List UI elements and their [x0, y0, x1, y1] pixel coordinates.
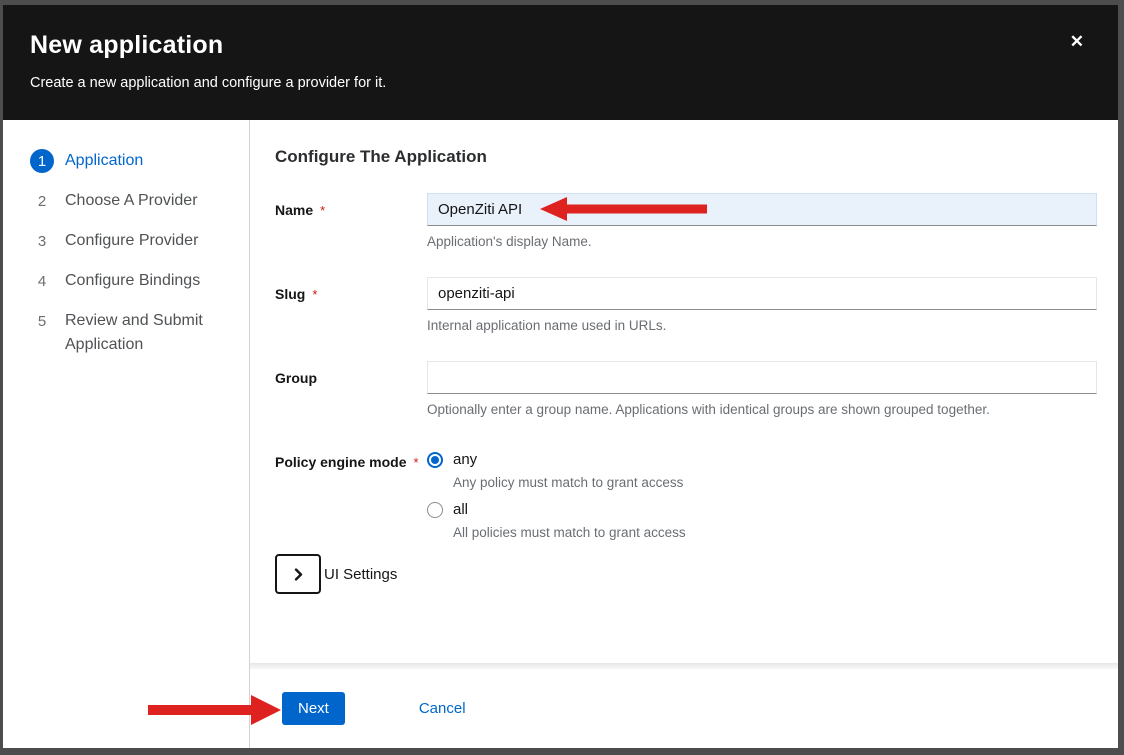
screenshot-root: { "modal": { "title": "New application",… [0, 0, 1124, 755]
slug-field-label: Slug * [275, 277, 427, 333]
policy-engine-mode-options: any Any policy must match to grant acces… [427, 445, 1097, 540]
policy-engine-mode-label: Policy engine mode * [275, 445, 427, 540]
radio-any-label[interactable]: any [453, 451, 477, 468]
ui-settings-expand-button[interactable] [275, 554, 321, 594]
slug-helper-text: Internal application name used in URLs. [427, 318, 1097, 333]
step-label: Configure Bindings [65, 269, 200, 293]
required-indicator: * [413, 455, 418, 470]
group-field-cell: Optionally enter a group name. Applicati… [427, 361, 1097, 417]
ui-settings-label: UI Settings [324, 566, 397, 583]
cancel-button[interactable]: Cancel [419, 700, 466, 717]
modal-title: New application [30, 31, 1094, 60]
radio-unchecked-icon[interactable] [427, 502, 443, 518]
radio-option-all[interactable]: all [427, 501, 1097, 518]
modal-body: 1 Application 2 Choose A Provider 3 Conf… [3, 120, 1118, 748]
step-label: Application [65, 149, 143, 173]
wizard-step-review-submit[interactable]: 5 Review and Submit Application [3, 301, 249, 365]
group-helper-text: Optionally enter a group name. Applicati… [427, 402, 1097, 417]
group-field-label: Group [275, 361, 427, 417]
step-label: Review and Submit Application [65, 309, 233, 357]
wizard-step-configure-bindings[interactable]: 4 Configure Bindings [3, 261, 249, 301]
slug-field-cell: Internal application name used in URLs. [427, 277, 1097, 333]
slug-input[interactable] [427, 277, 1097, 310]
wizard-step-configure-provider[interactable]: 3 Configure Provider [3, 221, 249, 261]
modal-header: New application Create a new application… [3, 5, 1118, 120]
name-field-cell: Application's display Name. [427, 193, 1097, 249]
form-row-group: Group Optionally enter a group name. App… [275, 361, 1097, 417]
step-number-badge: 2 [30, 189, 54, 213]
modal-subtitle: Create a new application and configure a… [30, 75, 1094, 91]
chevron-right-icon [292, 568, 305, 581]
radio-option-any[interactable]: any [427, 451, 1097, 468]
wizard-step-application[interactable]: 1 Application [3, 141, 249, 181]
label-text: Policy engine mode [275, 454, 406, 470]
wizard-content: Configure The Application Name * Applicat… [250, 120, 1118, 748]
name-input[interactable] [427, 193, 1097, 226]
form-row-name: Name * Application's display Name. [275, 193, 1097, 249]
form-row-slug: Slug * Internal application name used in … [275, 277, 1097, 333]
radio-checked-icon[interactable] [427, 452, 443, 468]
name-helper-text: Application's display Name. [427, 234, 1097, 249]
required-indicator: * [312, 287, 317, 302]
form-row-policy-engine-mode: Policy engine mode * any Any policy must … [275, 445, 1097, 540]
name-field-label: Name * [275, 193, 427, 249]
step-number-badge: 1 [30, 149, 54, 173]
step-label: Configure Provider [65, 229, 198, 253]
radio-all-helper-text: All policies must match to grant access [453, 525, 1097, 540]
step-label: Choose A Provider [65, 189, 198, 213]
ui-settings-expandable: UI Settings [275, 554, 1097, 594]
next-button[interactable]: Next [282, 692, 345, 725]
label-text: Slug [275, 286, 305, 302]
close-icon[interactable]: ✕ [1070, 33, 1084, 50]
wizard-step-choose-provider[interactable]: 2 Choose A Provider [3, 181, 249, 221]
radio-any-helper-text: Any policy must match to grant access [453, 475, 1097, 490]
step-number-badge: 4 [30, 269, 54, 293]
new-application-modal: New application Create a new application… [3, 5, 1118, 748]
radio-all-label[interactable]: all [453, 501, 468, 518]
wizard-steps-nav: 1 Application 2 Choose A Provider 3 Conf… [3, 120, 250, 748]
wizard-page-application: Configure The Application Name * Applicat… [250, 120, 1118, 663]
page-heading: Configure The Application [275, 147, 1097, 167]
label-text: Name [275, 202, 313, 218]
step-number-badge: 3 [30, 229, 54, 253]
wizard-footer: Next Cancel [250, 669, 1118, 748]
group-input[interactable] [427, 361, 1097, 394]
label-text: Group [275, 370, 317, 386]
required-indicator: * [320, 203, 325, 218]
step-number-badge: 5 [30, 309, 54, 333]
